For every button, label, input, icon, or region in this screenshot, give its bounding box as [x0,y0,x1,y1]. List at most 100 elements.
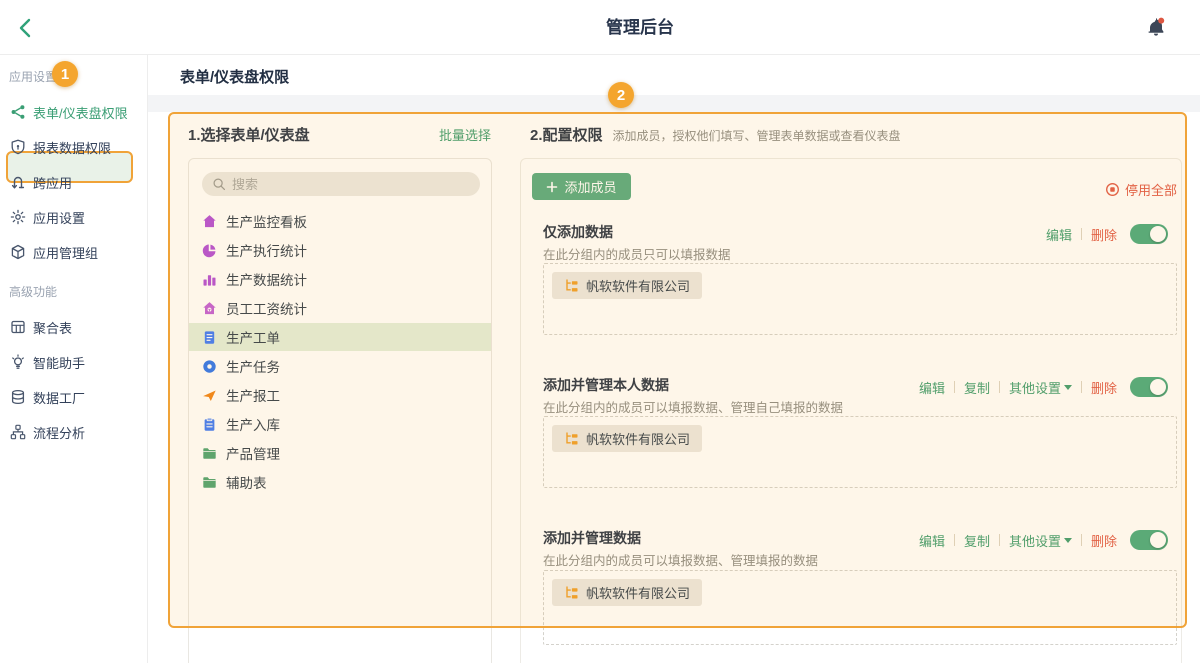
sidebar-item-label: 应用管理组 [33,243,98,262]
sidebar-section-app-settings: 应用设置 [9,68,57,85]
content-divider-band [148,95,1200,112]
other-settings-dropdown[interactable]: 其他设置 [1009,531,1072,550]
sidebar-section-advanced: 高级功能 [9,283,57,300]
other-settings-dropdown[interactable]: 其他设置 [1009,378,1072,397]
search-icon [212,177,226,191]
sidebar-item-cross-app[interactable]: 跨应用 [0,171,148,193]
edit-link[interactable]: 编辑 [919,378,945,397]
home-icon [202,214,217,229]
config-panel-header: 2.配置权限 添加成员，授权他们填写、管理表单数据或查看仪表盘 [530,124,1180,145]
action-separator [954,534,955,546]
group-actions-add-only: 编辑 删除 [1046,224,1168,244]
form-item-label: 生产入库 [226,414,280,434]
sidebar-item-label: 表单/仪表盘权限 [33,103,128,122]
sidebar-item-label: 应用设置 [33,208,85,227]
sidebar-item-aggregate-table[interactable]: 聚合表 [0,316,148,338]
disable-all-button[interactable]: 停用全部 [1105,180,1177,199]
plus-icon [546,181,558,193]
group-desc-manage-own: 在此分组内的成员可以填报数据、管理自己填报的数据 [543,397,843,416]
toggle-knob [1150,226,1166,242]
disable-all-label: 停用全部 [1125,180,1177,199]
form-item-auxiliary-table[interactable]: 辅助表 [189,468,491,496]
action-separator [1081,381,1082,393]
edit-link[interactable]: 编辑 [1046,225,1072,244]
folder-icon [202,475,217,490]
edit-link[interactable]: 编辑 [919,531,945,550]
gear-icon [10,209,26,225]
toggle-knob [1150,532,1166,548]
other-settings-label: 其他设置 [1009,378,1061,397]
member-chip-label: 帆软软件有限公司 [586,583,690,602]
form-item-production-data-stats[interactable]: 生产数据统计 [189,265,491,293]
sidebar-item-process-analysis[interactable]: 流程分析 [0,421,148,443]
sidebar-item-label: 报表数据权限 [33,138,111,157]
flow-nodes-icon [10,424,26,440]
form-search[interactable] [202,172,480,196]
annotation-step-badge-1: 1 [52,61,78,87]
org-tree-icon [564,585,579,600]
form-item-label: 辅助表 [226,472,267,492]
sidebar: 应用设置 表单/仪表盘权限 报表数据权限 跨应用 应用设置 [0,55,148,663]
group-toggle-switch[interactable] [1130,224,1168,244]
sidebar-item-label: 智能助手 [33,353,85,372]
add-member-label: 添加成员 [564,177,616,196]
form-item-label: 生产报工 [226,385,280,405]
delete-link[interactable]: 删除 [1091,378,1117,397]
share-nodes-icon [10,104,26,120]
group-toggle-switch[interactable] [1130,377,1168,397]
copy-link[interactable]: 复制 [964,531,990,550]
group-title-manage-all: 添加并管理数据 [543,528,641,548]
action-separator [1081,534,1082,546]
copy-link[interactable]: 复制 [964,378,990,397]
action-separator [1081,228,1082,240]
form-item-product-management[interactable]: 产品管理 [189,439,491,467]
search-input[interactable] [232,177,452,192]
member-chip[interactable]: 帆软软件有限公司 [552,272,702,299]
form-item-label: 产品管理 [226,443,280,463]
member-chip[interactable]: 帆软软件有限公司 [552,579,702,606]
action-separator [999,534,1000,546]
sidebar-item-app-settings[interactable]: 应用设置 [0,206,148,228]
cube-icon [10,244,26,260]
sidebar-item-report-data-permission[interactable]: 报表数据权限 [0,136,148,158]
batch-select-link[interactable]: 批量选择 [439,125,491,144]
notification-button[interactable] [1144,15,1170,41]
admin-console: 管理后台 应用设置 表单/仪表盘权限 报表数据权限 [0,0,1200,663]
toggle-knob [1150,379,1166,395]
delete-link[interactable]: 删除 [1091,225,1117,244]
stop-circle-icon [1105,182,1120,197]
action-separator [954,381,955,393]
member-chip[interactable]: 帆软软件有限公司 [552,425,702,452]
org-tree-icon [564,431,579,446]
form-item-production-work-order[interactable]: 生产工单 [189,323,491,351]
sidebar-item-form-dashboard-permission[interactable]: 表单/仪表盘权限 [0,101,148,123]
other-settings-label: 其他设置 [1009,531,1061,550]
group-actions-manage-all: 编辑 复制 其他设置 删除 [919,530,1168,550]
clipboard-icon [202,417,217,432]
sidebar-item-app-management-group[interactable]: 应用管理组 [0,241,148,263]
page-title: 表单/仪表盘权限 [180,66,289,87]
member-chip-label: 帆软软件有限公司 [586,429,690,448]
shield-icon [10,139,26,155]
form-item-production-report-work[interactable]: 生产报工 [189,381,491,409]
form-item-production-monitor-board[interactable]: 生产监控看板 [189,207,491,235]
sidebar-item-smart-assistant[interactable]: 智能助手 [0,351,148,373]
back-button[interactable] [14,16,38,40]
task-circle-icon [202,359,217,374]
form-item-production-task[interactable]: 生产任务 [189,352,491,380]
group-desc-manage-all: 在此分组内的成员可以填报数据、管理填报的数据 [543,550,818,569]
form-item-employee-salary-stats[interactable]: 员工工资统计 [189,294,491,322]
form-item-production-inbound[interactable]: 生产入库 [189,410,491,438]
bar-chart-icon [202,272,217,287]
caret-down-icon [1064,538,1072,543]
form-item-label: 生产任务 [226,356,280,376]
group-toggle-switch[interactable] [1130,530,1168,550]
sidebar-item-data-factory[interactable]: 数据工厂 [0,386,148,408]
sidebar-item-label: 流程分析 [33,423,85,442]
caret-down-icon [1064,385,1072,390]
add-member-button[interactable]: 添加成员 [532,173,631,200]
u-turn-arrows-icon [10,174,26,190]
member-chip-label: 帆软软件有限公司 [586,276,690,295]
delete-link[interactable]: 删除 [1091,531,1117,550]
form-item-production-execution-stats[interactable]: 生产执行统计 [189,236,491,264]
